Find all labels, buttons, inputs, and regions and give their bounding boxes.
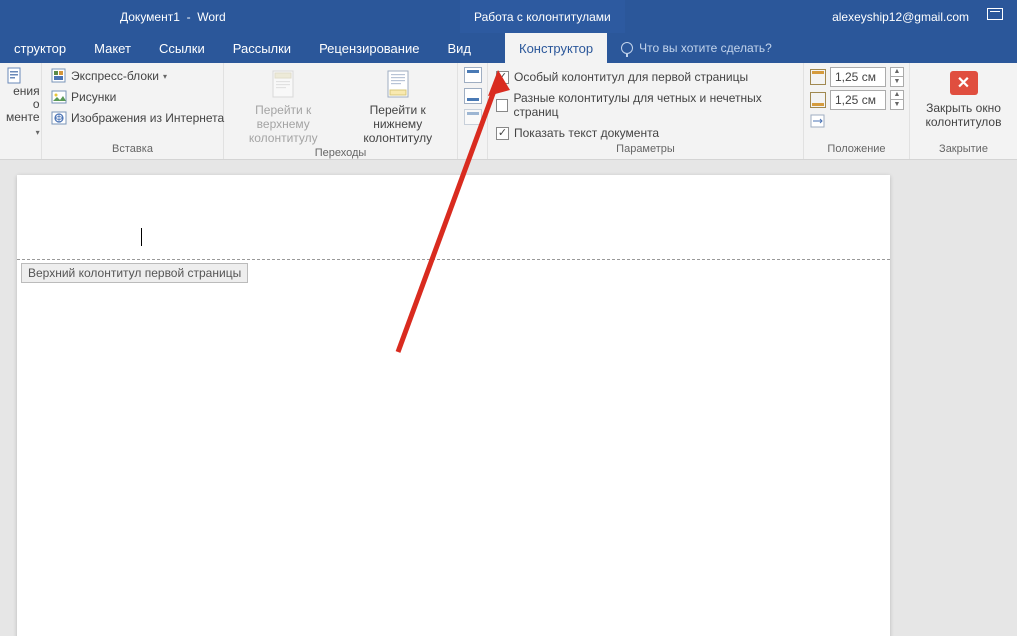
document-info-icon [6,67,24,85]
tabs-row: структор Макет Ссылки Рассылки Рецензиро… [0,33,1017,63]
group-close: ✕ Закрыть окноколонтитулов Закрытие [910,63,1017,159]
group-docinfo-partial: ения о менте ▾ [0,63,42,159]
document-area: Верхний колонтитул первой страницы [0,160,1017,636]
footer-position-icon [810,92,826,108]
tab-review[interactable]: Рецензирование [305,33,433,63]
group-position: 1,25 см ▲▼ 1,25 см ▲▼ Положение [804,63,910,159]
page-footer-icon [382,69,414,99]
contextual-tab-label: Работа с колонтитулами [460,0,625,33]
tab-designer-partial[interactable]: структор [0,33,80,63]
ribbon: ения о менте ▾ Экспресс-блоки ▾ Рисунки … [0,63,1017,160]
online-picture-icon [51,110,67,126]
lightbulb-icon [621,42,633,54]
footer-from-bottom-spinner[interactable]: 1,25 см ▲▼ [810,90,904,110]
footer-from-bottom-value[interactable]: 1,25 см [830,90,886,110]
tab-header-footer-design[interactable]: Конструктор [505,33,607,63]
group-label-options: Параметры [494,141,797,157]
insert-alignment-tab-icon[interactable] [810,113,826,129]
tell-me-placeholder: Что вы хотите сделать? [639,41,772,55]
close-icon: ✕ [950,71,978,95]
header-from-top-value[interactable]: 1,25 см [830,67,886,87]
group-options: Особый колонтитул для первой страницы Ра… [488,63,804,159]
group-label-insert: Вставка [48,141,217,157]
group-label-position: Положение [810,141,903,157]
previous-section-icon[interactable] [464,67,482,83]
group-label-close: Закрытие [916,141,1011,157]
tab-layout[interactable]: Макет [80,33,145,63]
text-cursor [141,228,142,246]
header-section-tag: Верхний колонтитул первой страницы [21,263,248,283]
chevron-down-icon: ▾ [36,128,40,137]
docinfo-line1: ения о [6,85,40,111]
close-header-footer-button[interactable]: ✕ Закрыть окноколонтитулов [919,67,1009,129]
group-label-navigation: Переходы [230,145,451,161]
checkbox-icon [496,71,509,84]
chevron-down-icon: ▾ [163,72,167,81]
spin-up-icon[interactable]: ▲ [890,67,904,77]
link-previous-icon [464,109,482,125]
spin-down-icon[interactable]: ▼ [890,100,904,110]
spin-down-icon[interactable]: ▼ [890,77,904,87]
different-first-page-checkbox[interactable]: Особый колонтитул для первой страницы [494,69,797,85]
docinfo-line2: менте [6,110,40,124]
tab-references[interactable]: Ссылки [145,33,219,63]
quick-parts-icon [51,68,67,84]
goto-footer-button[interactable]: Перейти к нижнемуколонтитулу [345,67,452,145]
group-navigation-extra [458,63,488,159]
user-email[interactable]: alexeyship12@gmail.com [832,10,969,24]
tell-me-search[interactable]: Что вы хотите сделать? [607,33,786,63]
show-document-text-checkbox[interactable]: Показать текст документа [494,125,797,141]
checkbox-icon [496,127,509,140]
ribbon-display-options-icon[interactable] [987,8,1003,20]
page[interactable]: Верхний колонтитул первой страницы [17,175,890,636]
header-boundary-line [17,259,890,260]
group-insert: Экспресс-блоки ▾ Рисунки Изображения из … [42,63,224,159]
window-title: Документ1 - Word [120,10,226,24]
different-odd-even-checkbox[interactable]: Разные колонтитулы для четных и нечетных… [494,90,797,120]
tab-mailings[interactable]: Рассылки [219,33,305,63]
goto-header-button: Перейти к верхнемуколонтитулу [230,67,337,145]
page-header-icon [267,69,299,99]
online-pictures-button[interactable]: Изображения из Интернета [48,109,227,127]
tab-view[interactable]: Вид [433,33,485,63]
app-name: Word [197,10,225,24]
picture-icon [51,89,67,105]
checkbox-icon [496,99,508,112]
group-navigation: Перейти к верхнемуколонтитулу Перейти к … [224,63,458,159]
next-section-icon[interactable] [464,88,482,104]
header-from-top-spinner[interactable]: 1,25 см ▲▼ [810,67,904,87]
quick-parts-button[interactable]: Экспресс-блоки ▾ [48,67,227,85]
spin-up-icon[interactable]: ▲ [890,90,904,100]
title-bar: Документ1 - Word Работа с колонтитулами … [0,0,1017,33]
pictures-button[interactable]: Рисунки [48,88,227,106]
header-position-icon [810,69,826,85]
doc-name: Документ1 [120,10,180,24]
